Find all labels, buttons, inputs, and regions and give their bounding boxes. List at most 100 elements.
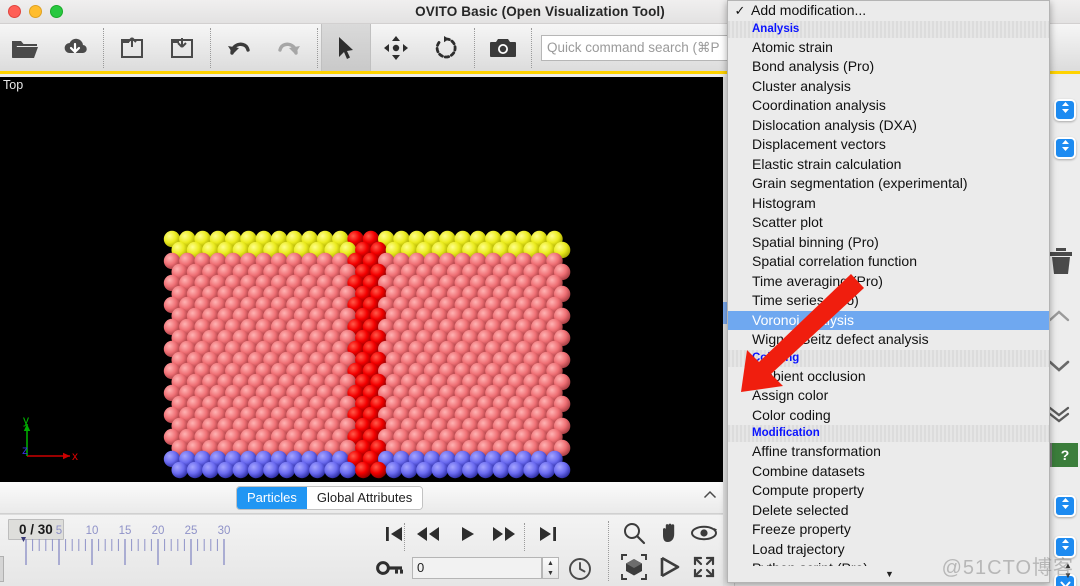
menu-item-scatter-plot[interactable]: Scatter plot	[728, 213, 1049, 233]
step-back-button[interactable]	[410, 521, 446, 551]
play-animation-button[interactable]	[450, 521, 486, 551]
menu-scrollbar-handle[interactable]	[0, 556, 4, 582]
menu-item-wigner-seitz-defect-analysis[interactable]: Wigner-Seitz defect analysis	[728, 330, 1049, 350]
particle	[538, 461, 556, 479]
jump-to-end-button[interactable]	[530, 521, 566, 551]
menu-item-histogram[interactable]: Histogram	[728, 194, 1049, 214]
rollup-toggle-1[interactable]	[1054, 99, 1076, 121]
menu-header-add-modification[interactable]: ✓ Add modification...	[728, 1, 1049, 21]
menu-item-time-averaging-pro[interactable]: Time averaging (Pro)	[728, 272, 1049, 292]
menu-item-displacement-vectors[interactable]: Displacement vectors	[728, 135, 1049, 155]
quick-command-search-input[interactable]: Quick command search (⌘P	[541, 34, 731, 61]
tab-particles[interactable]: Particles	[237, 487, 307, 509]
menu-item-ambient-occlusion[interactable]: Ambient occlusion	[728, 367, 1049, 387]
menu-item-cluster-analysis[interactable]: Cluster analysis	[728, 77, 1049, 97]
menu-item-atomic-strain[interactable]: Atomic strain	[728, 38, 1049, 58]
spinner-down-icon[interactable]: ▼	[543, 568, 558, 578]
delete-modifier-button[interactable]	[1048, 247, 1074, 282]
add-modification-dropdown-menu[interactable]: ✓ Add modification... Analysis Atomic strai…	[727, 0, 1050, 583]
current-frame-input[interactable]: 0	[412, 557, 542, 579]
key-icon	[376, 561, 404, 581]
menu-item-combine-datasets[interactable]: Combine datasets	[728, 462, 1049, 482]
timeline-panel[interactable]: 0 / 30 5 10 15 20 25 30	[0, 515, 368, 586]
particle	[477, 461, 494, 479]
menu-item-freeze-property[interactable]: Freeze property	[728, 520, 1049, 540]
render-active-viewport-button[interactable]	[478, 24, 528, 71]
menu-item-assign-color[interactable]: Assign color	[728, 386, 1049, 406]
particle	[324, 461, 341, 479]
menu-item-time-series-pro[interactable]: Time series (Pro)	[728, 291, 1049, 311]
load-remote-file-button[interactable]	[50, 24, 100, 71]
menu-item-spatial-binning-pro[interactable]: Spatial binning (Pro)	[728, 233, 1049, 253]
particle	[385, 461, 403, 479]
menu-item-delete-selected[interactable]: Delete selected	[728, 501, 1049, 521]
menu-item-voronoi-analysis[interactable]: Voronoi analysis	[728, 310, 1049, 330]
menu-item-affine-transformation[interactable]: Affine transformation	[728, 442, 1049, 462]
load-program-state-button[interactable]	[107, 24, 157, 71]
move-mode-button[interactable]	[371, 24, 421, 71]
menu-section-analysis: Analysis	[728, 20, 1049, 38]
redo-button[interactable]	[264, 24, 314, 71]
particle	[217, 461, 234, 479]
rotate-mode-button[interactable]	[421, 24, 471, 71]
zoom-tool-button[interactable]	[614, 518, 653, 552]
jump-to-start-button[interactable]	[376, 521, 412, 551]
viewport-tool-cluster	[606, 515, 723, 586]
auto-key-button[interactable]	[376, 559, 404, 582]
camera-icon	[489, 37, 517, 59]
undo-button[interactable]	[214, 24, 264, 71]
particle	[186, 461, 204, 479]
particle	[339, 461, 357, 479]
particle	[553, 461, 571, 479]
timeline-ruler[interactable]: 5 10 15 20 25 30	[0, 519, 368, 575]
trash-icon	[1048, 248, 1074, 281]
rollup-toggle-2[interactable]	[1054, 137, 1076, 159]
menu-item-dislocation-analysis-dxa[interactable]: Dislocation analysis (DXA)	[728, 116, 1049, 136]
menu-item-compute-property[interactable]: Compute property	[728, 481, 1049, 501]
orbit-tool-button[interactable]	[684, 518, 723, 552]
animation-bottom-bar: 0 / 30 5 10 15 20 25 30 0 ▲ ▼	[0, 514, 723, 586]
menu-item-bond-analysis-pro[interactable]: Bond analysis (Pro)	[728, 57, 1049, 77]
maximize-viewport-button[interactable]	[684, 552, 723, 586]
file-tools-group	[0, 23, 100, 73]
orbit-eye-icon	[690, 523, 718, 548]
particle	[508, 461, 525, 479]
file-down-icon	[169, 35, 195, 61]
tab-global-attributes[interactable]: Global Attributes	[306, 487, 423, 509]
redo-arrow-icon	[275, 37, 303, 59]
frame-spinner[interactable]: ▲ ▼	[542, 557, 559, 579]
menu-item-spatial-correlation-function[interactable]: Spatial correlation function	[728, 252, 1049, 272]
watermark: @51CTO博客	[941, 557, 1074, 579]
svg-text:z: z	[22, 443, 28, 457]
expand-arrows-icon	[692, 555, 716, 584]
rollup-toggle-3[interactable]	[1054, 495, 1076, 517]
particle	[263, 461, 280, 479]
menu-item-grain-segmentation-experimental[interactable]: Grain segmentation (experimental)	[728, 174, 1049, 194]
help-button[interactable]: ?	[1052, 443, 1078, 467]
cursor-arrow-icon	[336, 35, 356, 61]
menu-item-coordination-analysis[interactable]: Coordination analysis	[728, 96, 1049, 116]
file-up-icon	[119, 35, 145, 61]
chevron-up-icon[interactable]	[703, 488, 717, 502]
menu-item-list: ✓ Add modification... Analysis Atomic strai…	[728, 1, 1049, 579]
particle	[370, 461, 387, 479]
selection-mode-button[interactable]	[321, 24, 371, 71]
step-forward-button[interactable]	[486, 521, 522, 551]
mode-tools-group	[321, 23, 471, 73]
menu-item-elastic-strain-calculation[interactable]: Elastic strain calculation	[728, 155, 1049, 175]
particle	[416, 461, 433, 479]
zoom-scene-extents-button[interactable]	[614, 552, 653, 586]
spinner-up-icon[interactable]: ▲	[543, 558, 558, 568]
save-program-state-button[interactable]	[157, 24, 207, 71]
toolbar-separator-5	[531, 27, 532, 68]
render-tools-group	[478, 23, 528, 73]
magnifier-icon	[622, 521, 646, 550]
particle	[355, 461, 372, 479]
animation-settings-button[interactable]	[568, 557, 592, 586]
chevron-up-icon	[1048, 309, 1070, 328]
viewport-top[interactable]: Top x y z	[0, 77, 723, 482]
menu-item-color-coding[interactable]: Color coding	[728, 406, 1049, 426]
toolbar-separator-4	[474, 27, 475, 68]
open-file-button[interactable]	[0, 24, 50, 71]
particle	[400, 461, 418, 479]
